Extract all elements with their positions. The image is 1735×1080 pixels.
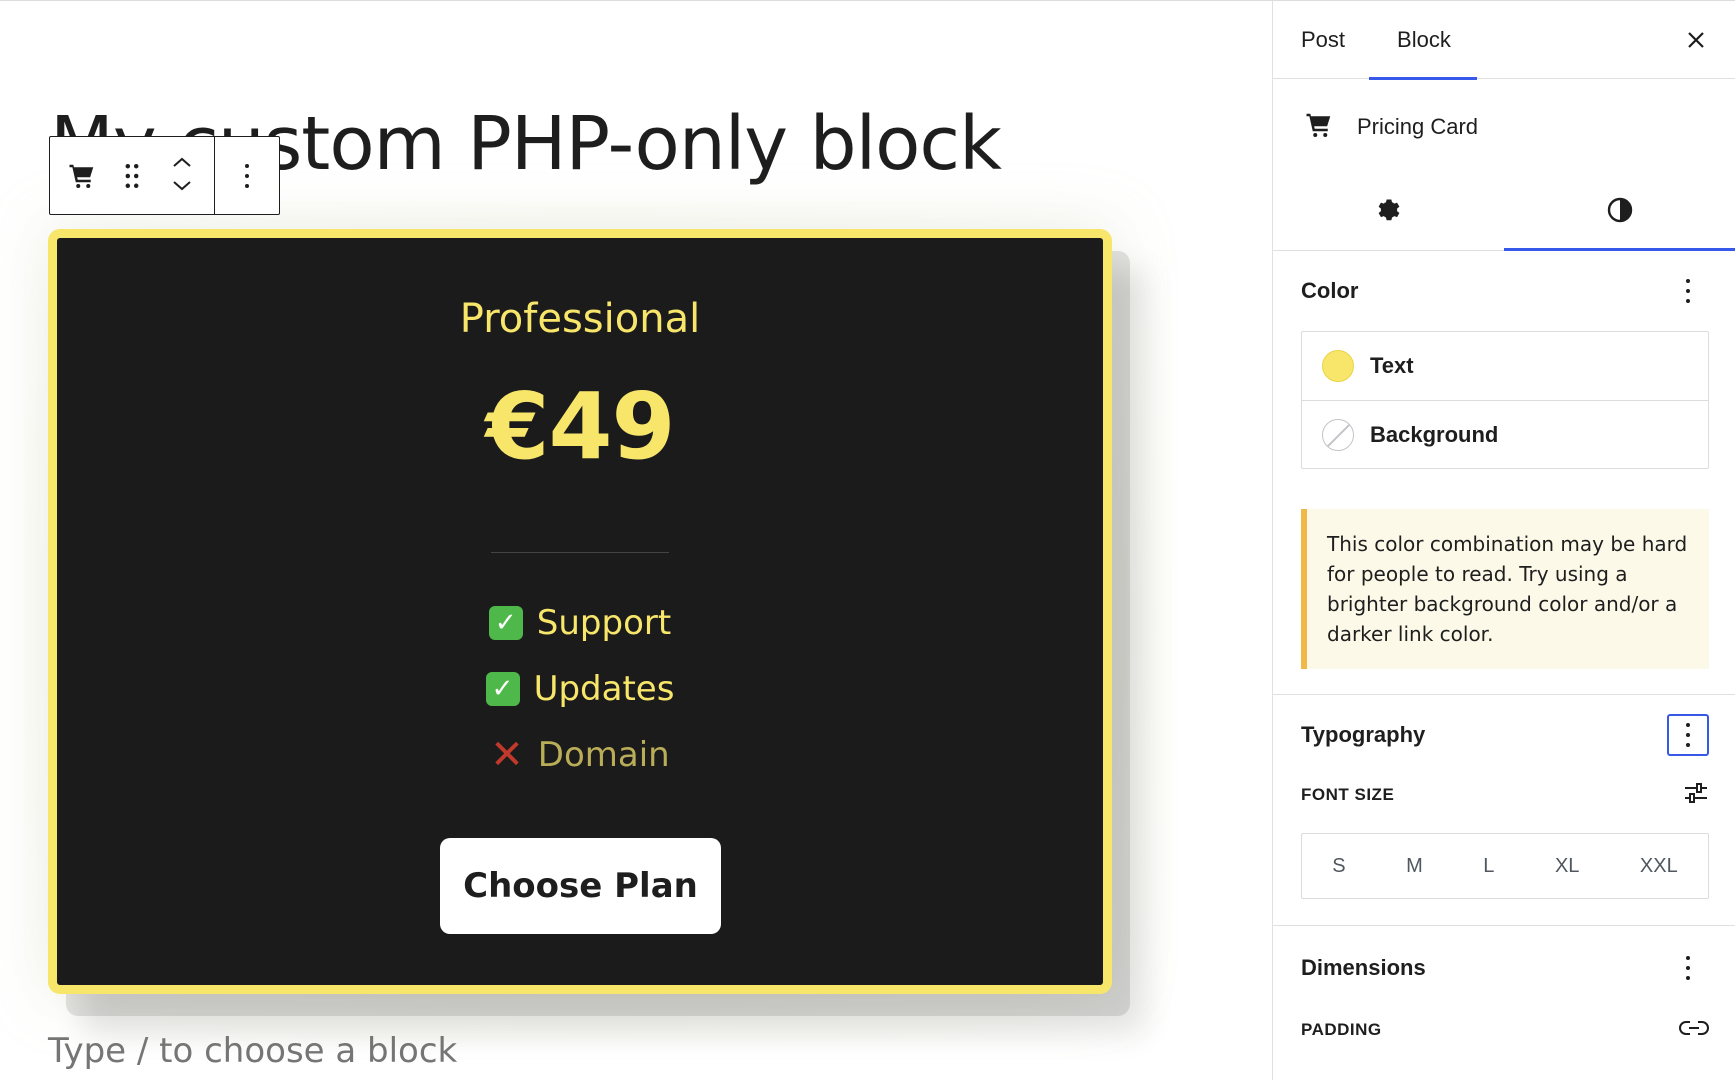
custom-size-sliders-icon[interactable] [1683,781,1709,810]
contrast-icon [1606,196,1634,229]
check-icon: ✓ [485,672,520,706]
block-mover [164,155,200,197]
editor-canvas: My custom PHP-only block Professional €4… [0,0,1272,1080]
card-divider [491,552,669,553]
choose-plan-button[interactable]: Choose Plan [440,838,721,934]
font-size-s[interactable]: S [1322,849,1355,884]
sidebar-tabs: Post Block [1273,1,1735,80]
padding-control [1301,1068,1709,1080]
font-size-l[interactable]: L [1473,849,1504,884]
tab-block[interactable]: Block [1369,1,1477,80]
settings-sidebar: Post Block Pricing Card Color Text Backg… [1272,0,1735,1080]
feature-label: Support [536,603,672,643]
move-up-chevron-icon[interactable] [171,155,193,173]
text-color-label: Text [1370,353,1414,378]
toolbar-group-block [50,137,214,214]
padding-label: PADDING [1301,1020,1382,1039]
tab-settings[interactable] [1273,175,1504,250]
block-card: Pricing Card [1273,79,1735,175]
link-sides-icon[interactable] [1679,1018,1709,1043]
check-icon: ✓ [488,606,523,640]
block-card-title: Pricing Card [1357,114,1479,139]
color-panel: Color Text Background This color combina… [1273,251,1735,695]
gear-icon [1375,196,1403,229]
block-appender-placeholder[interactable]: Type / to choose a block [48,1031,457,1071]
block-toolbar [49,136,280,215]
block-type-cart-icon[interactable] [64,150,100,202]
dimensions-panel: Dimensions PADDING [1273,926,1735,1080]
cart-icon [1303,110,1335,145]
text-color-swatch [1322,350,1354,382]
dimensions-panel-title: Dimensions [1301,955,1426,980]
more-options-kebab-icon[interactable] [229,150,265,202]
text-color-item[interactable]: Text [1302,332,1708,400]
cross-icon: ✕ [490,732,524,778]
color-panel-title: Color [1301,278,1359,303]
tab-post[interactable]: Post [1301,1,1345,79]
background-color-label: Background [1370,421,1499,447]
plan-price: €49 [485,373,675,480]
inspector-tabs [1273,175,1735,251]
pricing-card-block[interactable]: Professional €49 ✓ Support ✓ Updates ✕ D… [48,229,1112,994]
toolbar-group-options [214,137,279,214]
contrast-warning-notice: This color combination may be hard for p… [1301,509,1709,669]
typography-panel: Typography FONT SIZE S M L XL XXL [1273,695,1735,926]
dimensions-options-kebab-icon[interactable] [1667,947,1709,989]
move-down-chevron-icon[interactable] [171,179,193,197]
font-size-picker: S M L XL XXL [1301,833,1709,899]
feature-label: Domain [537,735,670,775]
typography-panel-title: Typography [1301,722,1426,747]
background-color-item[interactable]: Background [1302,400,1708,468]
feature-item: ✓ Support [57,590,1103,656]
feature-item: ✓ Updates [57,656,1103,722]
font-size-label: FONT SIZE [1301,785,1395,804]
plan-name: Professional [459,296,701,342]
feature-list: ✓ Support ✓ Updates ✕ Domain [57,590,1103,788]
drag-handle-icon[interactable] [114,150,150,202]
font-size-xl[interactable]: XL [1545,849,1589,884]
color-options-kebab-icon[interactable] [1667,270,1709,312]
background-color-swatch [1322,418,1354,451]
color-list: Text Background [1301,331,1709,469]
feature-item: ✕ Domain [57,722,1103,788]
typography-options-kebab-icon[interactable] [1667,714,1709,756]
font-size-xxl[interactable]: XXL [1630,849,1688,884]
tab-styles[interactable] [1504,175,1735,251]
close-icon[interactable] [1681,25,1711,55]
font-size-m[interactable]: M [1396,849,1433,884]
feature-label: Updates [533,669,675,709]
